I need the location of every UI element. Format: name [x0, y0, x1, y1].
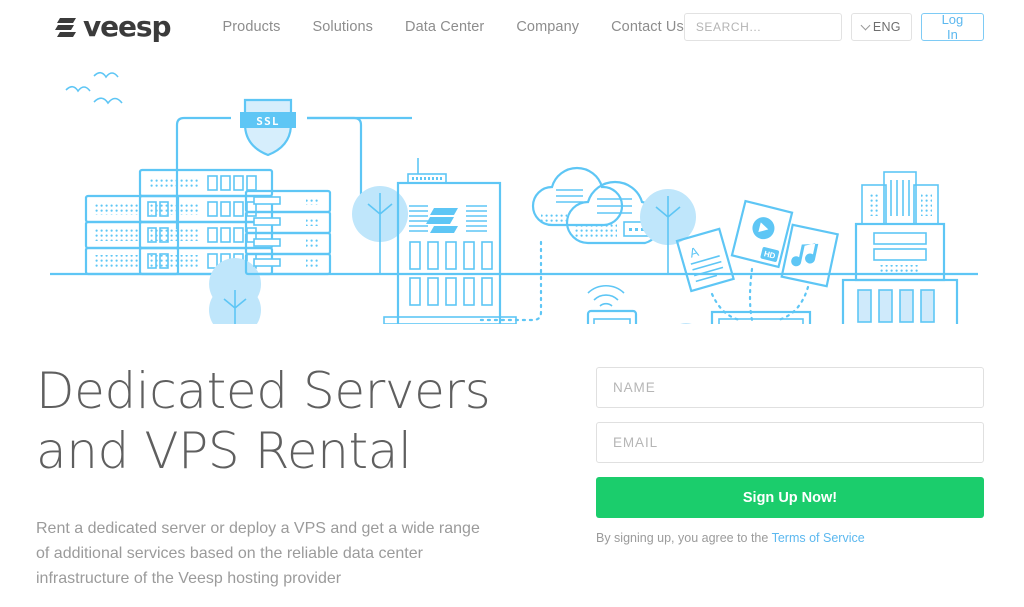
terms-notice: By signing up, you agree to the Terms of… [596, 531, 984, 545]
bush-icon [680, 323, 692, 324]
sign-up-button[interactable]: Sign Up Now! [596, 477, 984, 518]
veesp-logo-text: veesp [83, 10, 172, 43]
headline-line-2: and VPS Rental [36, 421, 412, 480]
office-building [841, 171, 959, 324]
terms-of-service-link[interactable]: Terms of Service [772, 531, 865, 545]
signup-form: Sign Up Now! By signing up, you agree to… [596, 362, 984, 592]
video-card: HD [730, 199, 794, 269]
page-title: Dedicated Servers and VPS Rental [36, 362, 596, 481]
laptop-device [710, 310, 812, 324]
svg-text:SSL: SSL [256, 115, 279, 128]
hero-copy: Dedicated Servers and VPS Rental Rent a … [36, 362, 596, 592]
building-veesp-logo-icon [426, 208, 458, 233]
language-selector[interactable]: ENG [850, 13, 912, 41]
search-input[interactable] [683, 13, 842, 41]
datacenter-building [383, 158, 517, 324]
nav-item-solutions[interactable]: Solutions [312, 19, 373, 35]
chevron-down-icon [860, 20, 871, 30]
tablet-device [586, 309, 638, 324]
hero-subcopy: Rent a dedicated server or deploy a VPS … [36, 520, 480, 587]
main-navigation: Products Solutions Data Center Company C… [222, 19, 683, 35]
tree-icon-3 [640, 189, 696, 274]
site-header: veesp Products Solutions Data Center Com… [0, 0, 1024, 54]
nav-item-data-center[interactable]: Data Center [405, 19, 484, 35]
music-card [780, 223, 839, 288]
cloud-icon-back [531, 166, 624, 227]
terms-prefix-text: By signing up, you agree to the [596, 531, 772, 545]
nav-item-company[interactable]: Company [516, 19, 579, 35]
wifi-signal-icon [587, 284, 625, 307]
language-label: ENG [872, 20, 901, 34]
birds-icon [65, 71, 123, 105]
document-card: A [675, 227, 735, 293]
hero-illustration: .ln { fill:none; stroke:#5ec6f5; stroke-… [0, 54, 1024, 324]
email-field[interactable] [596, 422, 984, 463]
hero-section: Dedicated Servers and VPS Rental Rent a … [0, 324, 1024, 592]
veesp-logo[interactable]: veesp [55, 10, 172, 43]
nav-item-products[interactable]: Products [222, 19, 280, 35]
login-button[interactable]: Log In [920, 12, 984, 42]
veesp-bars-logo-icon [55, 17, 76, 37]
nav-item-contact-us[interactable]: Contact Us [611, 19, 684, 35]
headline-line-1: Dedicated Servers [36, 362, 491, 420]
music-note-icon [791, 243, 819, 267]
name-field[interactable] [596, 367, 984, 408]
server-rack-center [244, 189, 332, 276]
tree-icon-2 [352, 186, 408, 274]
header-actions: ENG Log In [683, 12, 984, 42]
tree-icon-1 [209, 258, 262, 324]
ssl-shield-icon: SSL [240, 98, 296, 157]
server-rack-tall [138, 168, 274, 276]
